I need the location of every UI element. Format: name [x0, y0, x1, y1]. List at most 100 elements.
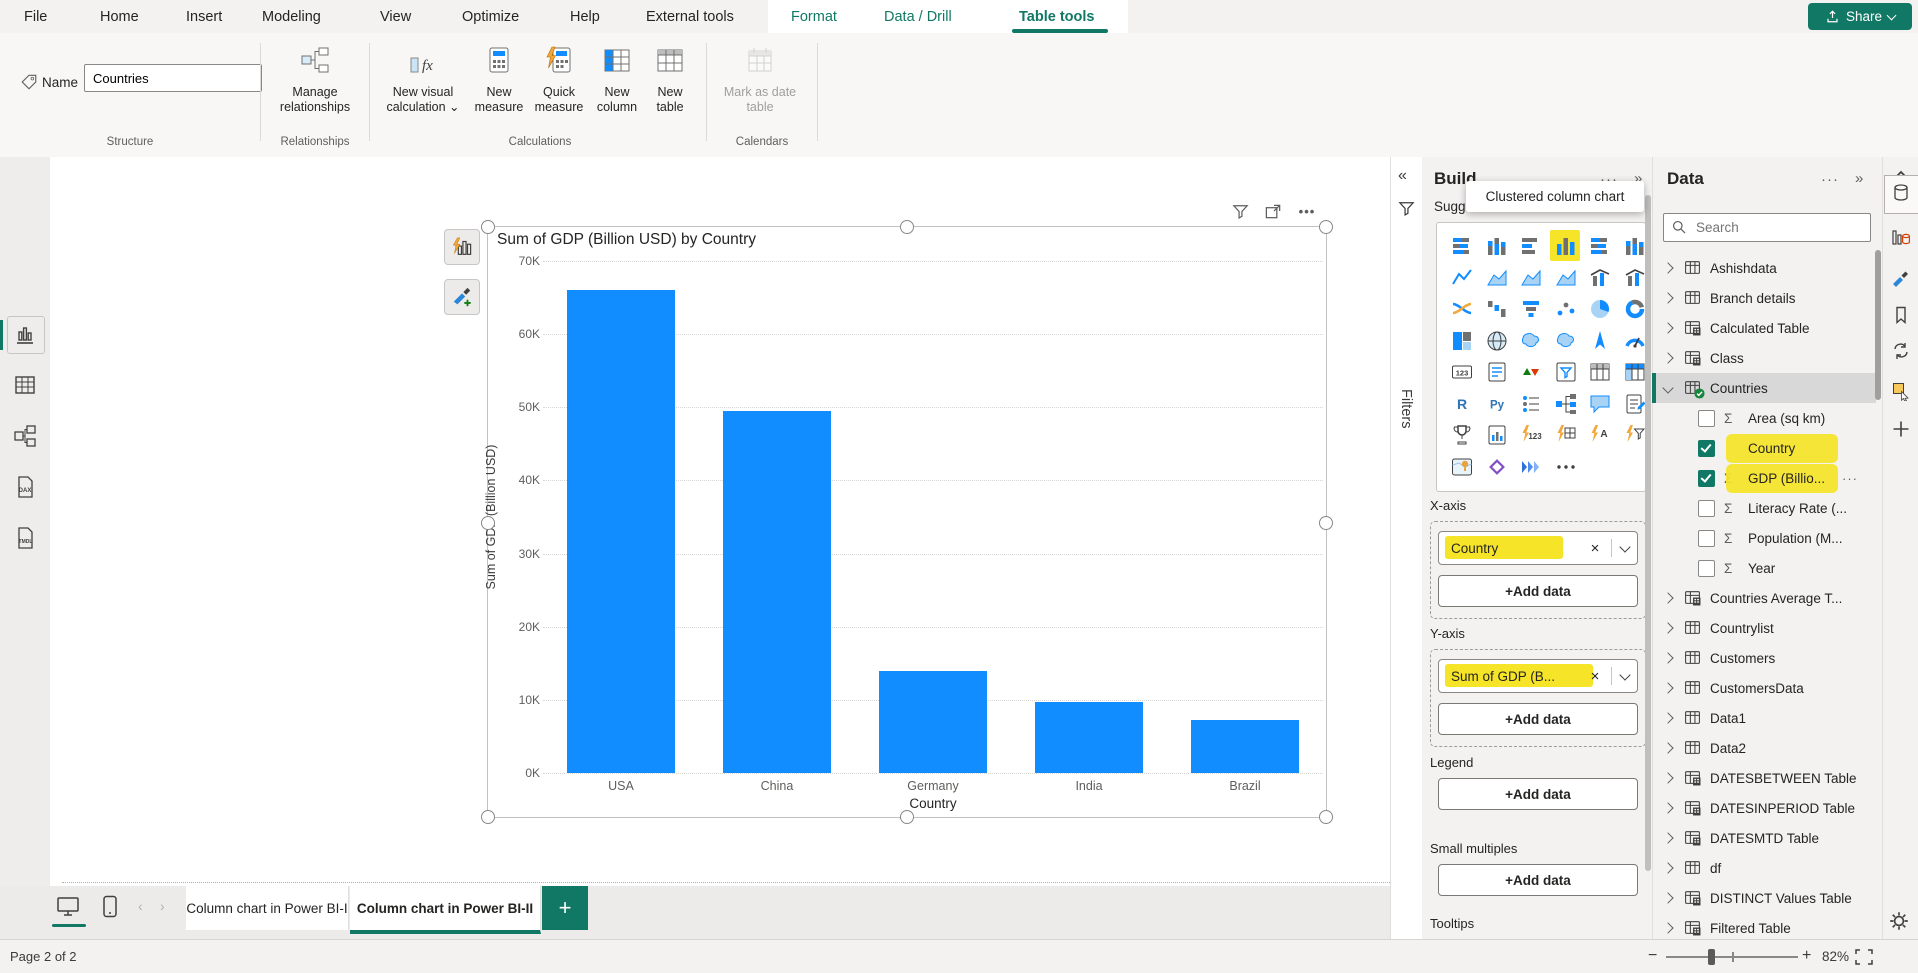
ribbon-chart-icon[interactable] [1449, 296, 1475, 322]
menu-data-drill[interactable]: Data / Drill [880, 0, 956, 33]
stacked-column-chart-icon[interactable] [1484, 233, 1510, 259]
pill-dropdown-icon[interactable] [1619, 669, 1630, 680]
model-view-icon[interactable] [13, 424, 37, 448]
expand-chevron-icon[interactable] [1662, 262, 1673, 273]
sync-slicers-icon[interactable] [1891, 341, 1911, 361]
add-data-button[interactable]: +Add data [1438, 864, 1638, 896]
kpi-icon[interactable] [1518, 359, 1544, 385]
filled-map-icon[interactable] [1518, 328, 1544, 354]
dax-query-view-icon[interactable]: DAX [13, 475, 37, 499]
power-apps-visual-icon[interactable] [1484, 454, 1510, 480]
data-more-icon[interactable]: ··· [1821, 171, 1839, 188]
azure-map-icon[interactable] [1587, 328, 1613, 354]
selection-handle[interactable] [1319, 220, 1333, 234]
expand-chevron-icon[interactable] [1662, 862, 1673, 873]
add-pane-icon[interactable] [1891, 419, 1911, 439]
prev-page-icon[interactable]: ‹ [138, 898, 143, 914]
power-automate-visual-icon[interactable] [1518, 454, 1544, 480]
menu-home[interactable]: Home [96, 0, 143, 33]
expand-chevron-icon[interactable] [1662, 682, 1673, 693]
field-checkbox[interactable] [1698, 560, 1715, 577]
tree-row-customersdata[interactable]: CustomersData [1652, 673, 1876, 703]
zoom-out-icon[interactable]: − [1648, 947, 1657, 965]
button-slicer-new-icon[interactable] [1553, 422, 1579, 448]
expand-chevron-icon[interactable] [1662, 352, 1673, 363]
tree-row-year[interactable]: ΣYear [1652, 553, 1876, 583]
selection-handle[interactable] [481, 516, 495, 530]
tree-row-customers[interactable]: Customers [1652, 643, 1876, 673]
gauge-icon[interactable] [1622, 328, 1648, 354]
page-tab-2[interactable]: Column chart in Power BI-II [350, 886, 541, 934]
100-stacked-bar-chart-icon[interactable] [1587, 233, 1613, 259]
line-and-clustered-column-chart-icon[interactable] [1622, 265, 1648, 291]
stacked-bar-chart-icon[interactable] [1449, 233, 1475, 259]
table-name-input[interactable] [84, 64, 262, 92]
decomposition-tree-icon[interactable] [1553, 391, 1579, 417]
tree-row-gdp-billio-[interactable]: ΣGDP (Billio...··· [1652, 463, 1876, 493]
funnel-chart-icon[interactable] [1518, 296, 1544, 322]
selection-handle[interactable] [481, 220, 495, 234]
expand-chevron-icon[interactable] [1662, 802, 1673, 813]
tree-row-ashishdata[interactable]: Ashishdata [1652, 253, 1876, 283]
100-stacked-area-chart-icon[interactable] [1553, 265, 1579, 291]
bar-China[interactable] [723, 411, 831, 773]
pill-dropdown-icon[interactable] [1619, 541, 1630, 552]
report-view-icon[interactable] [13, 322, 37, 346]
area-chart-icon[interactable] [1484, 265, 1510, 291]
clustered-column-chart-icon[interactable] [1553, 233, 1579, 259]
filters-funnel-icon[interactable] [1397, 199, 1416, 218]
add-data-button[interactable]: +Add data [1438, 575, 1638, 607]
tree-row-population-m-[interactable]: ΣPopulation (M... [1652, 523, 1876, 553]
data-collapse-icon[interactable]: » [1855, 170, 1863, 187]
field-pill-country[interactable]: Country × [1438, 531, 1638, 565]
card-icon[interactable]: 123 [1449, 359, 1475, 385]
next-page-icon[interactable]: › [160, 898, 165, 914]
bar-India[interactable] [1035, 702, 1143, 773]
expand-chevron-icon[interactable] [1662, 592, 1673, 603]
clustered-bar-chart-icon[interactable] [1518, 233, 1544, 259]
field-more-icon[interactable]: ··· [1842, 471, 1858, 486]
table-icon[interactable] [1587, 359, 1613, 385]
expand-chevron-icon[interactable] [1662, 322, 1673, 333]
expand-chevron-icon[interactable] [1662, 712, 1673, 723]
field-checkbox[interactable] [1698, 440, 1715, 457]
tree-row-countrylist[interactable]: Countrylist [1652, 613, 1876, 643]
zoom-in-icon[interactable]: + [1802, 947, 1811, 965]
button-slicer-icon[interactable] [1518, 391, 1544, 417]
expand-chevron-icon[interactable] [1662, 652, 1673, 663]
table-view-icon[interactable] [13, 373, 37, 397]
map-icon[interactable] [1484, 328, 1510, 354]
menu-view[interactable]: View [376, 0, 415, 33]
treemap-icon[interactable] [1449, 328, 1475, 354]
shape-map-icon[interactable] [1553, 328, 1579, 354]
data-pane-icon[interactable] [1891, 227, 1911, 247]
ribbon-new-visual-calculation-button[interactable]: fx New visual calculation ⌄ [384, 45, 462, 115]
field-pill-sum-of-gdp-b-[interactable]: Sum of GDP (B... × [1438, 659, 1638, 693]
selection-handle[interactable] [900, 810, 914, 824]
matrix-icon[interactable] [1622, 359, 1648, 385]
arcgis-maps-icon[interactable] [1449, 454, 1475, 480]
tree-row-distinct-values-table[interactable]: DISTINCT Values Table [1652, 883, 1876, 913]
menu-insert[interactable]: Insert [182, 0, 226, 33]
new-page-button[interactable]: + [542, 886, 588, 930]
waterfall-chart-icon[interactable] [1484, 296, 1510, 322]
expand-chevron-icon[interactable] [1662, 742, 1673, 753]
metrics-icon[interactable] [1449, 422, 1475, 448]
tree-row-countries-average-t-[interactable]: Countries Average T... [1652, 583, 1876, 613]
more-visuals-icon[interactable] [1553, 454, 1579, 480]
add-data-button[interactable]: +Add data [1438, 778, 1638, 810]
page-tab-1[interactable]: Column chart in Power BI-I [186, 886, 349, 930]
format-visual-button[interactable] [444, 279, 480, 315]
clustered-column-chart-visual[interactable]: Sum of GDP (Billion USD) by Country Sum … [487, 226, 1327, 818]
expand-chevron-icon[interactable] [1662, 832, 1673, 843]
paginated-report-icon[interactable] [1484, 422, 1510, 448]
list-slicer-icon[interactable] [1622, 422, 1648, 448]
share-button[interactable]: Share [1808, 3, 1912, 30]
tree-row-datesmtd-table[interactable]: DATESMTD Table [1652, 823, 1876, 853]
100-stacked-column-chart-icon[interactable] [1622, 233, 1648, 259]
stacked-area-chart-icon[interactable] [1518, 265, 1544, 291]
field-checkbox[interactable] [1698, 410, 1715, 427]
expand-chevron-icon[interactable] [1662, 892, 1673, 903]
data-scrollbar[interactable] [1875, 250, 1881, 400]
selection-handle[interactable] [900, 220, 914, 234]
